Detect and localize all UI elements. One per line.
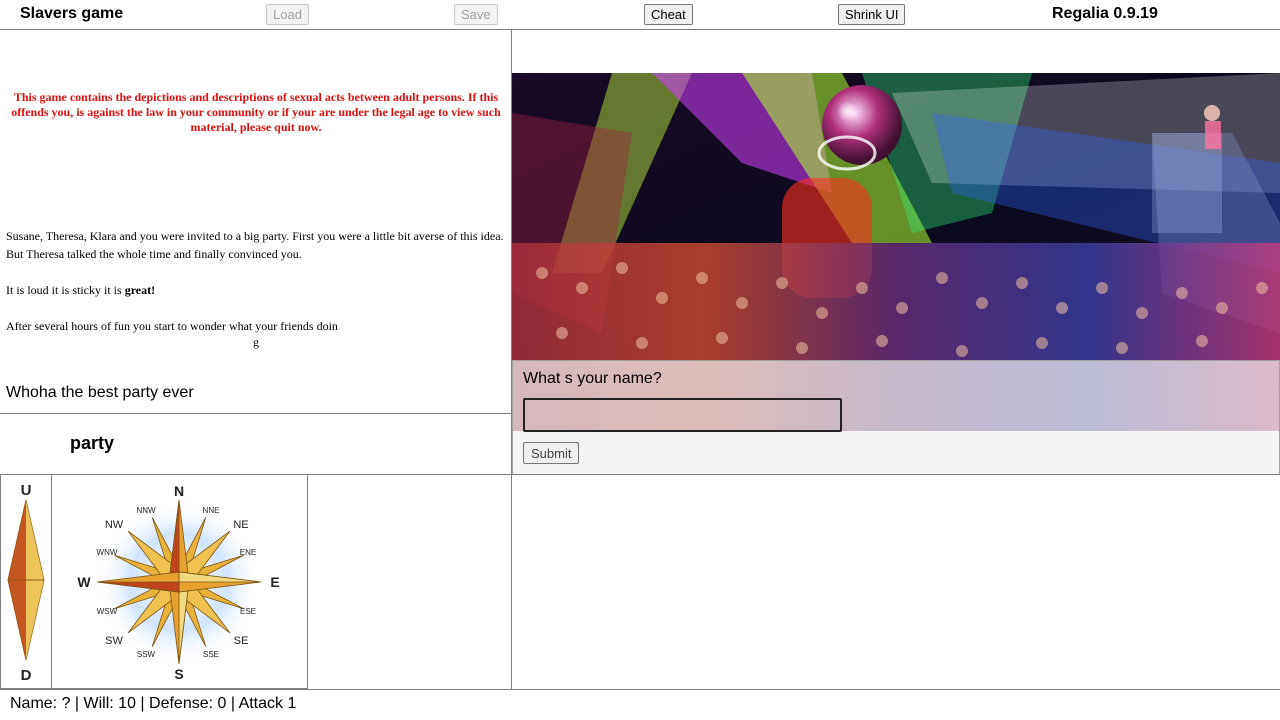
story-text-span: It is loud it is sticky it is bbox=[6, 283, 125, 297]
game-title: Slavers game bbox=[20, 5, 124, 22]
version-label: Regalia 0.9.19 bbox=[1052, 5, 1158, 22]
inventory-panel bbox=[512, 475, 1280, 690]
ene-direction-button[interactable]: ENE bbox=[240, 548, 256, 557]
story-text: Susane, Theresa, Klara and you were invi… bbox=[6, 227, 506, 367]
ese-direction-button[interactable]: ESE bbox=[240, 607, 256, 616]
name-question: What s your name? bbox=[523, 370, 662, 387]
wnw-direction-button[interactable]: WNW bbox=[97, 548, 118, 557]
divider bbox=[0, 413, 511, 414]
text-panel: This game contains the depictions and de… bbox=[0, 30, 512, 475]
southeast-direction-button[interactable]: SE bbox=[234, 635, 249, 647]
shrink-ui-button[interactable]: Shrink UI bbox=[838, 4, 906, 25]
sse-direction-button[interactable]: SSE bbox=[203, 650, 219, 659]
south-direction-button[interactable]: S bbox=[174, 666, 183, 682]
southwest-direction-button[interactable]: SW bbox=[105, 635, 123, 647]
cheat-button[interactable]: Cheat bbox=[644, 4, 693, 25]
load-button[interactable]: Load bbox=[266, 4, 309, 25]
story-emphasis: great! bbox=[124, 283, 156, 297]
status-bar: Name: ? | Will: 10 | Defense: 0 | Attack… bbox=[10, 695, 297, 712]
northeast-direction-button[interactable]: NE bbox=[233, 519, 248, 531]
story-paragraph: It is loud it is sticky it is great! bbox=[6, 281, 506, 299]
nne-direction-button[interactable]: NNE bbox=[203, 506, 220, 515]
down-direction-button[interactable]: D bbox=[21, 667, 32, 684]
name-dialog: What s your name? Submit bbox=[512, 360, 1280, 474]
navigation-panel: U D N S E W NE NW SE SW NNE NNW ENE WNW … bbox=[0, 475, 512, 690]
top-bar: Slavers game Load Save Cheat Shrink UI R… bbox=[0, 0, 1280, 30]
east-direction-button[interactable]: E bbox=[270, 574, 279, 590]
wsw-direction-button[interactable]: WSW bbox=[97, 607, 118, 616]
image-panel: What s your name? Submit bbox=[512, 30, 1280, 475]
north-direction-button[interactable]: N bbox=[174, 483, 184, 499]
location-name: party bbox=[70, 433, 115, 453]
story-paragraph: Susane, Theresa, Klara and you were invi… bbox=[6, 229, 504, 261]
northwest-direction-button[interactable]: NW bbox=[105, 519, 124, 531]
nnw-direction-button[interactable]: NNW bbox=[136, 506, 156, 515]
up-down-navigator: U D bbox=[0, 475, 52, 689]
ssw-direction-button[interactable]: SSW bbox=[137, 650, 156, 659]
save-button[interactable]: Save bbox=[454, 4, 498, 25]
name-input[interactable] bbox=[523, 398, 842, 432]
story-paragraph: After several hours of fun you start to … bbox=[6, 319, 338, 333]
up-down-star-icon bbox=[7, 499, 45, 661]
story-text-fragment: g bbox=[253, 335, 259, 349]
scene-title: Whoha the best party ever bbox=[6, 384, 194, 401]
compass-navigator: N S E W NE NW SE SW NNE NNW ENE WNW ESE … bbox=[51, 475, 308, 689]
west-direction-button[interactable]: W bbox=[77, 574, 91, 590]
content-warning: This game contains the depictions and de… bbox=[11, 90, 501, 134]
up-direction-button[interactable]: U bbox=[21, 482, 32, 499]
submit-button[interactable]: Submit bbox=[523, 442, 580, 464]
